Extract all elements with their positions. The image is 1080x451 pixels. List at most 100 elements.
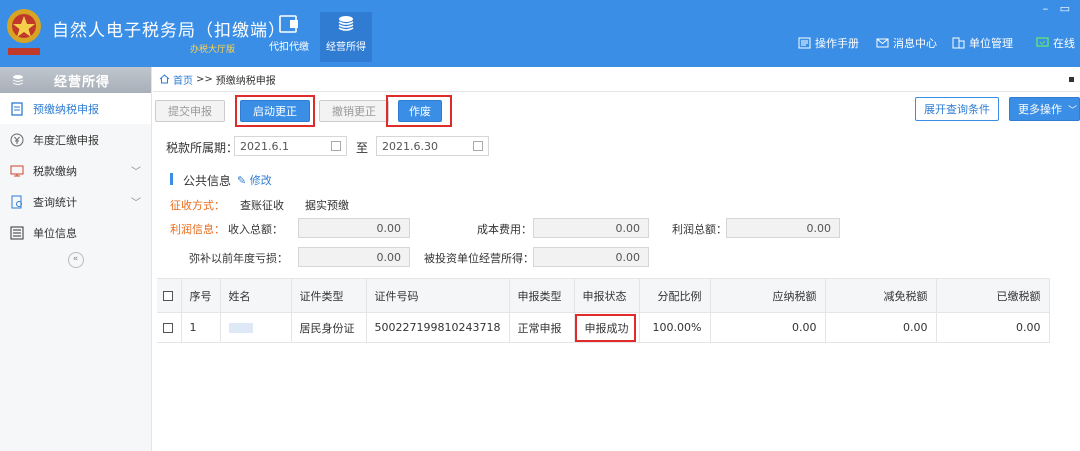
sidebar: 经营所得 预缴纳税申报 年度汇缴申报 税款缴纳 ﹀ 查询统计 ﹀ 单位信息 « <box>0 67 152 451</box>
sidebar-item-unit-info[interactable]: 单位信息 <box>0 217 151 248</box>
sidebar-item-label: 预缴纳税申报 <box>33 102 99 116</box>
tax-emblem-icon <box>7 9 41 55</box>
chevron-down-icon: ﹀ <box>131 167 141 178</box>
prior-loss-field: 0.00 <box>298 247 410 267</box>
col-header: 申报状态 <box>574 278 640 313</box>
cancel-correction-button[interactable]: 撤销更正 <box>319 100 389 122</box>
more-actions-button[interactable]: 更多操作 ﹀ <box>1009 97 1080 121</box>
select-all-checkbox[interactable] <box>163 291 173 301</box>
yen-icon <box>10 133 24 146</box>
breadcrumb-separator: >> <box>196 73 213 85</box>
invested-income-label: 被投资单位经营所得： <box>424 252 534 265</box>
prepay-method-value: 据实预缴 <box>305 199 349 212</box>
declaration-table: 序号 姓名 证件类型 证件号码 申报类型 申报状态 分配比例 应纳税额 减免税额… <box>157 278 1050 343</box>
online-label: 在线 <box>1053 37 1075 50</box>
nav-label: 经营所得 <box>326 42 366 53</box>
coins-icon <box>338 16 354 31</box>
col-header: 申报类型 <box>509 278 575 313</box>
sidebar-item-query-stats[interactable]: 查询统计 ﹀ <box>0 186 151 217</box>
prior-loss-label: 弥补以前年度亏损： <box>189 252 288 265</box>
building-icon <box>952 37 965 49</box>
sidebar-header: 经营所得 <box>0 67 151 93</box>
breadcrumb-home[interactable]: 首页 <box>173 72 193 87</box>
row-tax-paid: 0.00 <box>936 312 1050 343</box>
col-header: 序号 <box>181 278 221 313</box>
row-report-type: 正常申报 <box>509 312 575 343</box>
chevron-down-icon: ﹀ <box>131 198 141 209</box>
query-icon <box>11 195 22 208</box>
col-header: 分配比例 <box>639 278 711 313</box>
coins-icon <box>12 75 24 85</box>
online-icon <box>1036 37 1049 47</box>
breadcrumb-current: 预缴纳税申报 <box>215 75 276 87</box>
section-marker <box>170 173 173 185</box>
manual-label: 操作手册 <box>815 37 859 50</box>
col-header: 已缴税额 <box>936 278 1050 313</box>
submit-report-button[interactable]: 提交申报 <box>155 100 225 122</box>
period-label: 税款所属期： <box>166 141 239 155</box>
app-title: 自然人电子税务局（扣缴端） <box>52 21 286 41</box>
sidebar-item-tax-payment[interactable]: 税款缴纳 ﹀ <box>0 155 151 186</box>
app-header: 自然人电子税务局（扣缴端） 办税大厅版 代扣代缴 经营所得 操作手册 消息中心 … <box>0 0 1080 67</box>
sidebar-item-label: 年度汇缴申报 <box>33 133 99 147</box>
table-row[interactable]: 1 居民身份证 500227199810243718 正常申报 申报成功 100… <box>157 312 1050 343</box>
mail-icon <box>876 38 889 48</box>
unit-management-link[interactable]: 单位管理 <box>952 35 1013 51</box>
period-start-input[interactable]: 2021.6.1 <box>234 136 347 156</box>
highlight-box <box>574 314 636 342</box>
sidebar-item-annual-report[interactable]: 年度汇缴申报 <box>0 124 151 155</box>
col-header: 应纳税额 <box>710 278 826 313</box>
edit-label: 修改 <box>249 174 272 187</box>
period-to-label: 至 <box>356 141 369 155</box>
collection-method-value: 查账征收 <box>240 199 284 212</box>
chevron-down-icon: ﹀ <box>1068 105 1078 116</box>
collection-method-label: 征收方式： <box>170 199 225 212</box>
row-checkbox[interactable] <box>163 323 173 333</box>
profit-info-label: 利润信息： <box>170 223 225 236</box>
col-header: 减免税额 <box>825 278 937 313</box>
col-header: 姓名 <box>220 278 292 313</box>
sidebar-title: 经营所得 <box>54 74 111 90</box>
income-field: 0.00 <box>298 218 410 238</box>
sidebar-item-label: 查询统计 <box>33 195 77 209</box>
public-info-title: 公共信息 <box>183 174 232 188</box>
window-controls[interactable]: – ▭ <box>1043 2 1074 15</box>
row-id-type: 居民身份证 <box>291 312 367 343</box>
col-header: 证件类型 <box>291 278 367 313</box>
row-status-cell: 申报成功 <box>574 312 640 343</box>
select-all-cell[interactable] <box>157 278 182 313</box>
unit-management-label: 单位管理 <box>969 37 1013 50</box>
cost-label: 成本费用： <box>477 223 532 236</box>
pencil-icon: ✎ <box>237 174 247 187</box>
row-name <box>220 312 292 343</box>
table-header-row: 序号 姓名 证件类型 证件号码 申报类型 申报状态 分配比例 应纳税额 减免税额… <box>157 278 1050 313</box>
period-end-input[interactable]: 2021.6.30 <box>376 136 489 156</box>
redacted-name <box>228 323 253 333</box>
sidebar-item-prepay-report[interactable]: 预缴纳税申报 <box>0 93 151 124</box>
manual-icon <box>798 37 811 49</box>
breadcrumb: 首页 >> 预缴纳税申报 <box>153 67 1080 92</box>
online-status[interactable]: 在线 <box>1036 35 1075 51</box>
row-tax-due: 0.00 <box>710 312 826 343</box>
highlight-box <box>386 95 452 127</box>
period-start-value: 2021.6.1 <box>240 139 289 153</box>
message-center-link[interactable]: 消息中心 <box>876 35 937 51</box>
main-content: 首页 >> 预缴纳税申报 提交申报 启动更正 撤销更正 作废 展开查询条件 更多… <box>153 67 1080 451</box>
expand-query-button[interactable]: 展开查询条件 <box>915 97 999 121</box>
calendar-icon <box>331 141 341 151</box>
edit-public-info-link[interactable]: ✎ 修改 <box>237 172 272 188</box>
panel-menu-icon[interactable] <box>1069 77 1074 82</box>
row-select-cell[interactable] <box>157 312 182 343</box>
row-id-no: 500227199810243718 <box>366 312 510 343</box>
collapse-sidebar-button[interactable]: « <box>67 252 84 268</box>
app-subtitle: 办税大厅版 <box>190 45 236 55</box>
nav-withholding[interactable]: 代扣代缴 <box>263 12 315 62</box>
manual-link[interactable]: 操作手册 <box>798 35 859 51</box>
sidebar-item-label: 税款缴纳 <box>33 164 77 178</box>
period-end-value: 2021.6.30 <box>382 139 438 153</box>
message-center-label: 消息中心 <box>893 37 937 50</box>
nav-business-income[interactable]: 经营所得 <box>320 12 372 62</box>
row-ratio: 100.00% <box>639 312 711 343</box>
payment-icon <box>10 165 24 176</box>
col-header: 证件号码 <box>366 278 510 313</box>
